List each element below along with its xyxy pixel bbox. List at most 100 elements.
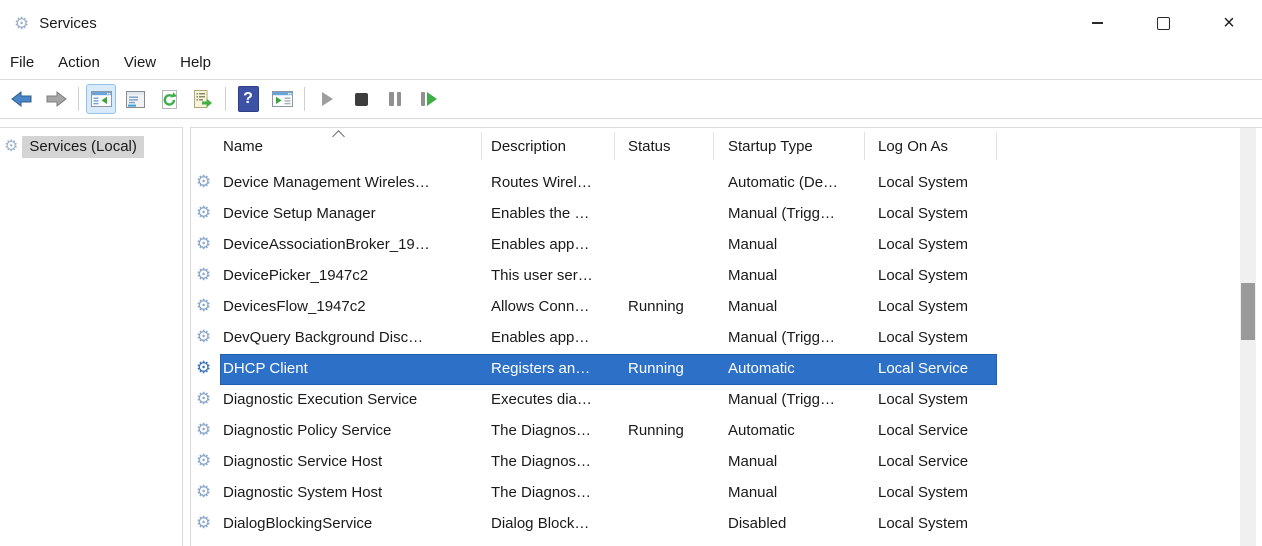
cell-log-on-as: Local System bbox=[878, 515, 969, 532]
cell-name: Device Setup Manager bbox=[223, 205, 376, 222]
sidebar-item-services-local[interactable]: ⚙ Services (Local) bbox=[0, 133, 182, 161]
column-divider[interactable] bbox=[481, 132, 482, 160]
services-gear-icon: ⚙ bbox=[4, 138, 19, 155]
cell-description: Executes dia… bbox=[491, 391, 592, 408]
scrollbar-thumb[interactable] bbox=[1241, 283, 1255, 340]
cell-startup-type: Manual bbox=[728, 298, 778, 315]
service-gear-icon: ⚙ bbox=[196, 327, 212, 346]
cell-name: Device Management Wireles… bbox=[223, 174, 430, 191]
cell-log-on-as: Local System bbox=[878, 267, 969, 284]
cell-description: This user ser… bbox=[491, 267, 593, 284]
stop-service-button[interactable] bbox=[346, 84, 376, 114]
service-gear-icon: ⚙ bbox=[196, 265, 212, 284]
cell-name: DHCP Client bbox=[223, 360, 308, 377]
menu-help[interactable]: Help bbox=[168, 54, 223, 71]
close-button[interactable]: × bbox=[1196, 0, 1262, 46]
start-service-button[interactable] bbox=[312, 84, 342, 114]
show-hide-console-tree-button[interactable] bbox=[86, 84, 116, 114]
back-button[interactable] bbox=[7, 84, 37, 114]
maximize-button[interactable] bbox=[1130, 0, 1196, 46]
table-row[interactable]: ⚙ DeviceAssociationBroker_19… Enables ap… bbox=[191, 230, 1262, 261]
column-header-startup-type[interactable]: Startup Type bbox=[728, 138, 813, 155]
restart-service-button[interactable] bbox=[414, 84, 444, 114]
cell-status: Running bbox=[628, 298, 684, 315]
toolbar-separator bbox=[304, 87, 305, 111]
table-row[interactable]: ⚙ Diagnostic System Host The Diagnos… Ma… bbox=[191, 478, 1262, 509]
cell-name: Diagnostic Policy Service bbox=[223, 422, 392, 439]
cell-log-on-as: Local System bbox=[878, 236, 969, 253]
table-row[interactable]: ⚙ DHCP Client Registers an… Running Auto… bbox=[191, 354, 1262, 385]
table-row[interactable]: ⚙ Diagnostic Policy Service The Diagnos…… bbox=[191, 416, 1262, 447]
cell-status: Running bbox=[628, 360, 684, 377]
window-title: Services bbox=[39, 14, 97, 32]
show-hide-action-pane-button[interactable] bbox=[267, 84, 297, 114]
service-gear-icon: ⚙ bbox=[196, 172, 212, 191]
table-row[interactable]: ⚙ DevicesFlow_1947c2 Allows Conn… Runnin… bbox=[191, 292, 1262, 323]
sort-ascending-icon bbox=[332, 130, 345, 143]
table-row[interactable]: ⚙ Diagnostic Service Host The Diagnos… M… bbox=[191, 447, 1262, 478]
column-divider[interactable] bbox=[864, 132, 865, 160]
cell-startup-type: Manual bbox=[728, 453, 778, 470]
cell-startup-type: Manual (Trigg… bbox=[728, 391, 835, 408]
table-row[interactable]: ⚙ DialogBlockingService Dialog Block… Di… bbox=[191, 509, 1262, 540]
cell-name: Diagnostic Service Host bbox=[223, 453, 383, 470]
window-tree-icon bbox=[90, 91, 112, 107]
menu-view[interactable]: View bbox=[112, 54, 168, 71]
cell-log-on-as: Local System bbox=[878, 484, 969, 501]
pause-service-button[interactable] bbox=[380, 84, 410, 114]
service-gear-icon: ⚙ bbox=[196, 296, 212, 315]
console-tree-panel: ⚙ Services (Local) bbox=[0, 127, 183, 546]
table-row[interactable]: ⚙ Device Setup Manager Enables the … Man… bbox=[191, 199, 1262, 230]
column-divider[interactable] bbox=[996, 132, 997, 160]
cell-startup-type: Manual (Trigg… bbox=[728, 205, 835, 222]
cell-description: The Diagnos… bbox=[491, 453, 592, 470]
titlebar: ⚙ Services × bbox=[0, 0, 1262, 46]
help-button[interactable]: ? bbox=[233, 84, 263, 114]
cell-description: Dialog Block… bbox=[491, 515, 590, 532]
properties-button[interactable] bbox=[120, 84, 150, 114]
minimize-button[interactable] bbox=[1064, 0, 1130, 46]
cell-log-on-as: Local System bbox=[878, 298, 969, 315]
export-list-button[interactable] bbox=[188, 84, 218, 114]
service-gear-icon: ⚙ bbox=[196, 420, 212, 439]
cell-description: The Diagnos… bbox=[491, 484, 592, 501]
column-divider[interactable] bbox=[713, 132, 714, 160]
maximize-icon bbox=[1156, 16, 1170, 30]
vertical-scrollbar[interactable] bbox=[1240, 128, 1256, 546]
cell-description: Enables app… bbox=[491, 329, 590, 346]
pause-icon bbox=[389, 92, 401, 106]
menu-action[interactable]: Action bbox=[46, 54, 112, 71]
column-divider[interactable] bbox=[614, 132, 615, 160]
table-row[interactable]: ⚙ Device Management Wireles… Routes Wire… bbox=[191, 168, 1262, 199]
column-header-status[interactable]: Status bbox=[628, 138, 671, 155]
column-header-description[interactable]: Description bbox=[491, 138, 566, 155]
document-export-icon bbox=[194, 90, 212, 108]
toolbar-separator bbox=[225, 87, 226, 111]
cell-description: Routes Wirel… bbox=[491, 174, 592, 191]
column-header-name[interactable]: Name bbox=[223, 138, 263, 155]
menubar: File Action View Help bbox=[0, 46, 1262, 80]
service-table-body: ⚙ Device Management Wireles… Routes Wire… bbox=[191, 168, 1262, 540]
cell-name: Diagnostic Execution Service bbox=[223, 391, 418, 408]
service-gear-icon: ⚙ bbox=[196, 203, 212, 222]
cell-startup-type: Manual bbox=[728, 236, 778, 253]
cell-description: Enables the … bbox=[491, 205, 590, 222]
services-app-icon: ⚙ bbox=[14, 13, 30, 33]
menu-file[interactable]: File bbox=[0, 54, 46, 71]
stop-icon bbox=[354, 92, 368, 106]
cell-startup-type: Automatic bbox=[728, 422, 795, 439]
column-header-log-on-as[interactable]: Log On As bbox=[878, 138, 948, 155]
table-row[interactable]: ⚙ DevQuery Background Disc… Enables app…… bbox=[191, 323, 1262, 354]
cell-name: DialogBlockingService bbox=[223, 515, 373, 532]
cell-startup-type: Disabled bbox=[728, 515, 787, 532]
window-controls: × bbox=[1064, 0, 1262, 46]
cell-log-on-as: Local System bbox=[878, 391, 969, 408]
table-row[interactable]: ⚙ Diagnostic Execution Service Executes … bbox=[191, 385, 1262, 416]
cell-description: Registers an… bbox=[491, 360, 591, 377]
table-row[interactable]: ⚙ DevicePicker_1947c2 This user ser… Man… bbox=[191, 261, 1262, 292]
cell-status: Running bbox=[628, 422, 684, 439]
close-icon: × bbox=[1223, 12, 1235, 34]
forward-button[interactable] bbox=[41, 84, 71, 114]
cell-name: DeviceAssociationBroker_19… bbox=[223, 236, 430, 253]
refresh-button[interactable] bbox=[154, 84, 184, 114]
